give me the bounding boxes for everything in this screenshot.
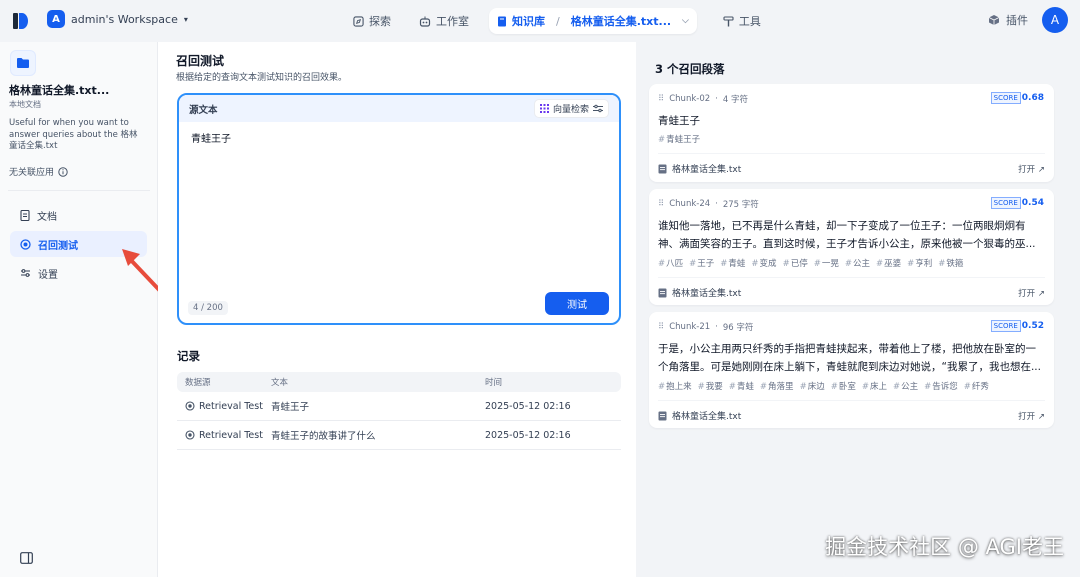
nav-studio[interactable]: 工作室 — [411, 8, 477, 34]
document-icon — [658, 288, 667, 297]
nav-tools[interactable]: 工具 — [715, 8, 769, 34]
records-title: 记录 — [177, 349, 200, 363]
cube-icon — [988, 15, 1000, 25]
plugins-button[interactable]: 插件 — [988, 12, 1028, 28]
keyword-tags: 八匹王子青蛙变成已停一晃公主巫婆亨利铁箍 — [658, 257, 963, 269]
grid-dots-icon: ⠿ — [658, 322, 665, 332]
book-icon — [498, 16, 506, 26]
folder-icon — [10, 50, 36, 76]
collapse-sidebar-icon[interactable] — [20, 552, 33, 567]
top-navigation-bar: A admin's Workspace ▾ 探索 工作室 知识库 / 格林童话全… — [0, 0, 1080, 42]
score-badge: SCORE 0.52 — [990, 320, 1044, 332]
hammer-icon — [723, 15, 734, 26]
workspace-switcher[interactable]: A admin's Workspace ▾ — [47, 10, 188, 28]
top-right-actions: 插件 A — [988, 7, 1068, 33]
results-panel: 3 个召回段落 ⠿ Chunk-02 · 4 字符 SCORE 0.68 青蛙王子 … — [638, 42, 1068, 577]
chunk-card[interactable]: ⠿ Chunk-24 · 275 字符 SCORE 0.54 谁知他一落地，已不再是… — [649, 189, 1054, 305]
nav-knowledge[interactable]: 知识库 / 格林童话全集.txt... ⌵ — [489, 8, 697, 34]
retrieval-test-panel: 召回测试 根据给定的查询文本测试知识的召回效果。 源文本 向量检索 青蛙王子 4… — [158, 42, 636, 577]
source-label: 源文本 — [189, 104, 218, 116]
target-icon — [185, 430, 195, 440]
robot-icon — [419, 16, 431, 27]
results-title: 3 个召回段落 — [655, 62, 725, 76]
open-link[interactable]: 打开 ↗ — [1018, 163, 1045, 175]
info-icon[interactable] — [58, 166, 68, 177]
grid-dots-icon: ⠿ — [658, 199, 665, 209]
nav-explore[interactable]: 探索 — [345, 8, 399, 34]
workspace-name: admin's Workspace — [71, 12, 178, 26]
grid-dots-icon: ⠿ — [658, 94, 665, 104]
chunk-text: 谁知他一落地，已不再是什么青蛙，却一下子变成了一位王子：一位两眼炯炯有神、满面笑… — [658, 220, 1036, 250]
settings-sliders-icon — [593, 104, 603, 113]
dify-logo-icon[interactable] — [12, 11, 28, 31]
sidebar-item-documents[interactable]: 文档 — [10, 202, 147, 228]
workspace-avatar: A — [47, 10, 65, 28]
divider — [658, 153, 1045, 154]
chunk-card[interactable]: ⠿ Chunk-02· 4 字符 SCORE0.68 青蛙王子 青蛙王子 格林童… — [649, 84, 1054, 182]
compass-icon — [353, 15, 364, 27]
watermark: 掘金技术社区 @ AGI老王 — [825, 535, 1064, 559]
chunk-file-name: 格林童话全集.txt — [672, 165, 742, 175]
table-row[interactable]: Retrieval Test 青蛙王子的故事讲了什么 2025-05-12 02… — [177, 421, 621, 450]
chunk-text: 青蛙王子 — [658, 115, 700, 127]
main-nav: 探索 工作室 知识库 / 格林童话全集.txt... ⌵ 工具 — [345, 8, 769, 34]
divider — [658, 277, 1045, 278]
chunk-card[interactable]: ⠿ Chunk-21 · 96 字符 SCORE 0.52 于是，小公主用两只纤秀的… — [649, 312, 1054, 428]
chevron-down-icon: ▾ — [183, 14, 188, 24]
divider — [8, 190, 150, 191]
chunk-file-name: 格林童话全集.txt — [672, 412, 742, 422]
chunk-meta: ⠿ Chunk-21 · 96 字符 — [658, 322, 754, 333]
kb-title: 格林童话全集.txt... — [9, 84, 110, 97]
chunk-meta: ⠿ Chunk-24 · 275 字符 — [658, 199, 759, 210]
chunk-footer: 格林童话全集.txt 打开 ↗ — [658, 162, 1045, 175]
unlinked-apps[interactable]: 无关联应用 — [9, 165, 68, 178]
records-table: 数据源 文本 时间 Retrieval Test 青蛙王子 2025-05-12… — [177, 372, 621, 450]
table-header: 数据源 文本 时间 — [177, 372, 621, 392]
score-badge: SCORE 0.68 — [990, 92, 1044, 104]
table-row[interactable]: Retrieval Test 青蛙王子 2025-05-12 02:16 — [177, 392, 621, 421]
vector-search-button[interactable]: 向量检索 — [533, 99, 609, 118]
source-text-box: 源文本 向量检索 青蛙王子 4 / 200 测试 — [177, 93, 621, 325]
open-link[interactable]: 打开 ↗ — [1018, 287, 1045, 299]
char-count: 4 / 200 — [188, 301, 228, 315]
chunk-text: 于是，小公主用两只纤秀的手指把青蛙挟起来，带着他上了楼，把他放在卧室的一个角落里… — [658, 343, 1041, 373]
user-avatar[interactable]: A — [1042, 7, 1068, 33]
page-subtitle: 根据给定的查询文本测试知识的召回效果。 — [176, 73, 348, 83]
kb-description: Useful for when you want to answer queri… — [9, 118, 138, 151]
document-icon — [20, 209, 30, 221]
divider — [658, 400, 1045, 401]
test-button[interactable]: 测试 — [545, 292, 609, 315]
page-title: 召回测试 — [176, 54, 225, 68]
keyword-tags: 青蛙王子 — [658, 133, 700, 145]
settings-sliders-icon — [21, 269, 30, 277]
knowledge-sidebar: 格林童话全集.txt... 本地文档 Useful for when you w… — [0, 42, 158, 577]
open-link[interactable]: 打开 ↗ — [1018, 410, 1045, 422]
chunk-footer: 格林童话全集.txt 打开 ↗ — [658, 286, 1045, 299]
nav-separator: / — [556, 14, 560, 28]
current-kb-name[interactable]: 格林童话全集.txt... — [571, 13, 671, 29]
grid-dots-icon — [539, 104, 549, 113]
chunk-footer: 格林童话全集.txt 打开 ↗ — [658, 409, 1045, 422]
document-icon — [658, 164, 667, 173]
score-badge: SCORE 0.54 — [990, 197, 1044, 209]
keyword-tags: 抱上来我要青蛙角落里床边卧室床上公主告诉您纤秀 — [658, 380, 989, 392]
source-header: 源文本 向量检索 — [179, 95, 619, 122]
chevron-down-icon[interactable]: ⌵ — [682, 16, 689, 26]
chunk-file-name: 格林童话全集.txt — [672, 289, 742, 299]
target-icon — [20, 238, 31, 250]
query-textarea[interactable]: 青蛙王子 — [179, 122, 619, 153]
chunk-meta: ⠿ Chunk-02 · 4 字符 — [658, 94, 748, 105]
target-icon — [185, 401, 195, 411]
document-icon — [658, 411, 667, 420]
kb-type: 本地文档 — [9, 100, 41, 109]
